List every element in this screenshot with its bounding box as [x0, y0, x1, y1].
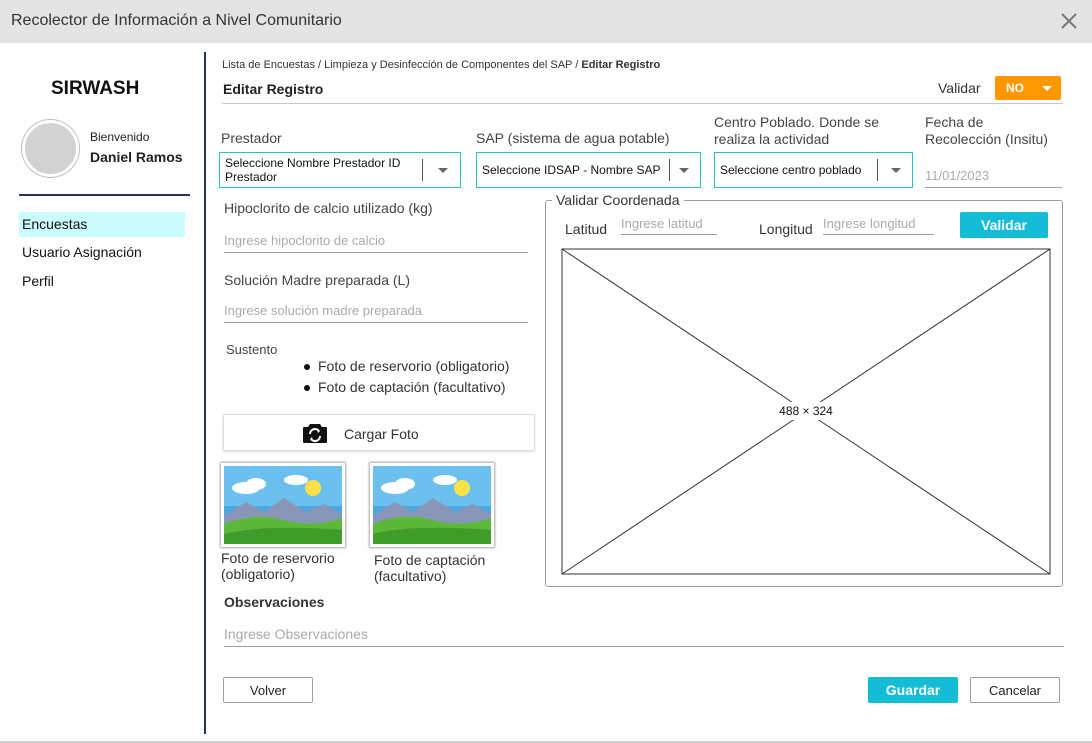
- landscape-image-icon: [224, 466, 342, 544]
- chevron-down-icon: [1042, 86, 1052, 91]
- prestador-select-value: Seleccione Nombre Prestador ID Prestador: [225, 156, 401, 184]
- photo-captacion-caption: Foto de captación (facultativo): [374, 552, 486, 584]
- list-item: Foto de reservorio (obligatorio): [304, 358, 509, 379]
- longitud-label: Longitud: [759, 221, 813, 237]
- map-placeholder[interactable]: 488 × 324: [561, 248, 1051, 575]
- observaciones-input[interactable]: [224, 622, 1064, 647]
- avatar: [22, 120, 79, 177]
- centro-select[interactable]: Seleccione centro poblado: [714, 152, 913, 188]
- breadcrumb-link-limpieza[interactable]: Limpieza y Desinfección de Componentes d…: [324, 59, 572, 71]
- validar-coordenada-button[interactable]: Validar: [960, 212, 1048, 238]
- chevron-down-icon: [679, 168, 689, 173]
- camera-icon: [303, 424, 327, 443]
- latitud-input[interactable]: [621, 213, 717, 235]
- window-titlebar: Recolector de Información a Nivel Comuni…: [0, 0, 1092, 43]
- welcome-text: Bienvenido: [90, 130, 150, 144]
- sap-select[interactable]: Seleccione IDSAP - Nombre SAP: [476, 152, 701, 188]
- hipoclorito-label: Hipoclorito de calcio utilizado (kg): [224, 200, 433, 216]
- sustento-label: Sustento: [226, 342, 278, 357]
- sidebar-separator: [204, 52, 206, 734]
- list-item: Foto de captación (facultativo): [304, 379, 509, 400]
- prestador-select[interactable]: Seleccione Nombre Prestador ID Prestador: [219, 152, 461, 188]
- sustento-list: Foto de reservorio (obligatorio) Foto de…: [304, 358, 509, 400]
- solucion-input[interactable]: [224, 299, 528, 323]
- select-divider: [422, 159, 423, 181]
- select-divider: [877, 159, 878, 181]
- guardar-button[interactable]: Guardar: [868, 677, 958, 703]
- breadcrumb-current: Editar Registro: [581, 59, 661, 71]
- validar-dropdown[interactable]: NO: [995, 76, 1061, 100]
- fecha-label: Fecha de Recolección (Insitu): [925, 114, 1048, 147]
- centro-label: Centro Poblado. Donde se realiza la acti…: [714, 114, 879, 147]
- centro-select-value: Seleccione centro poblado: [720, 163, 862, 177]
- hipoclorito-input[interactable]: [224, 229, 528, 253]
- photo-reservorio-caption: Foto de reservorio (obligatorio): [221, 550, 335, 582]
- prestador-label: Prestador: [221, 130, 282, 146]
- validar-label: Validar: [938, 80, 981, 96]
- breadcrumb-link-lista[interactable]: Lista de Encuestas: [222, 59, 315, 71]
- select-divider: [669, 159, 670, 181]
- photo-captacion[interactable]: [370, 463, 494, 547]
- sidebar-item-usuario-asignacion[interactable]: Usuario Asignación: [19, 240, 185, 265]
- sap-select-value: Seleccione IDSAP - Nombre SAP: [482, 163, 661, 177]
- validar-coordenada-legend: Validar Coordenada: [552, 192, 684, 208]
- photo-reservorio[interactable]: [221, 463, 345, 547]
- sap-label: SAP (sistema de agua potable): [476, 130, 670, 146]
- volver-button[interactable]: Volver: [223, 677, 313, 703]
- latitud-label: Latitud: [565, 221, 608, 237]
- solucion-label: Solución Madre preparada (L): [224, 272, 410, 288]
- page-title: Editar Registro: [223, 81, 324, 97]
- longitud-input[interactable]: [823, 213, 934, 235]
- user-name: Daniel Ramos: [90, 149, 183, 165]
- sidebar-item-perfil[interactable]: Perfil: [19, 269, 185, 294]
- header-divider: [222, 103, 1063, 104]
- chevron-down-icon: [438, 168, 448, 173]
- map-placeholder-text: 488 × 324: [779, 404, 833, 418]
- observaciones-label: Observaciones: [224, 594, 325, 610]
- cargar-foto-button[interactable]: Cargar Foto: [223, 414, 535, 451]
- validar-value: NO: [1006, 81, 1024, 95]
- window-title: Recolector de Información a Nivel Comuni…: [11, 12, 342, 29]
- sidebar-divider: [19, 194, 190, 196]
- cancelar-button[interactable]: Cancelar: [970, 677, 1060, 703]
- breadcrumb: Lista de Encuestas / Limpieza y Desinfec…: [222, 59, 661, 71]
- chevron-down-icon: [891, 168, 901, 173]
- landscape-image-icon: [373, 466, 491, 544]
- cargar-foto-label: Cargar Foto: [344, 426, 419, 442]
- sidebar-item-encuestas[interactable]: Encuestas: [19, 212, 185, 237]
- fecha-input[interactable]: [925, 164, 1062, 188]
- close-icon[interactable]: [1058, 10, 1080, 32]
- brand-name: SIRWASH: [51, 78, 140, 99]
